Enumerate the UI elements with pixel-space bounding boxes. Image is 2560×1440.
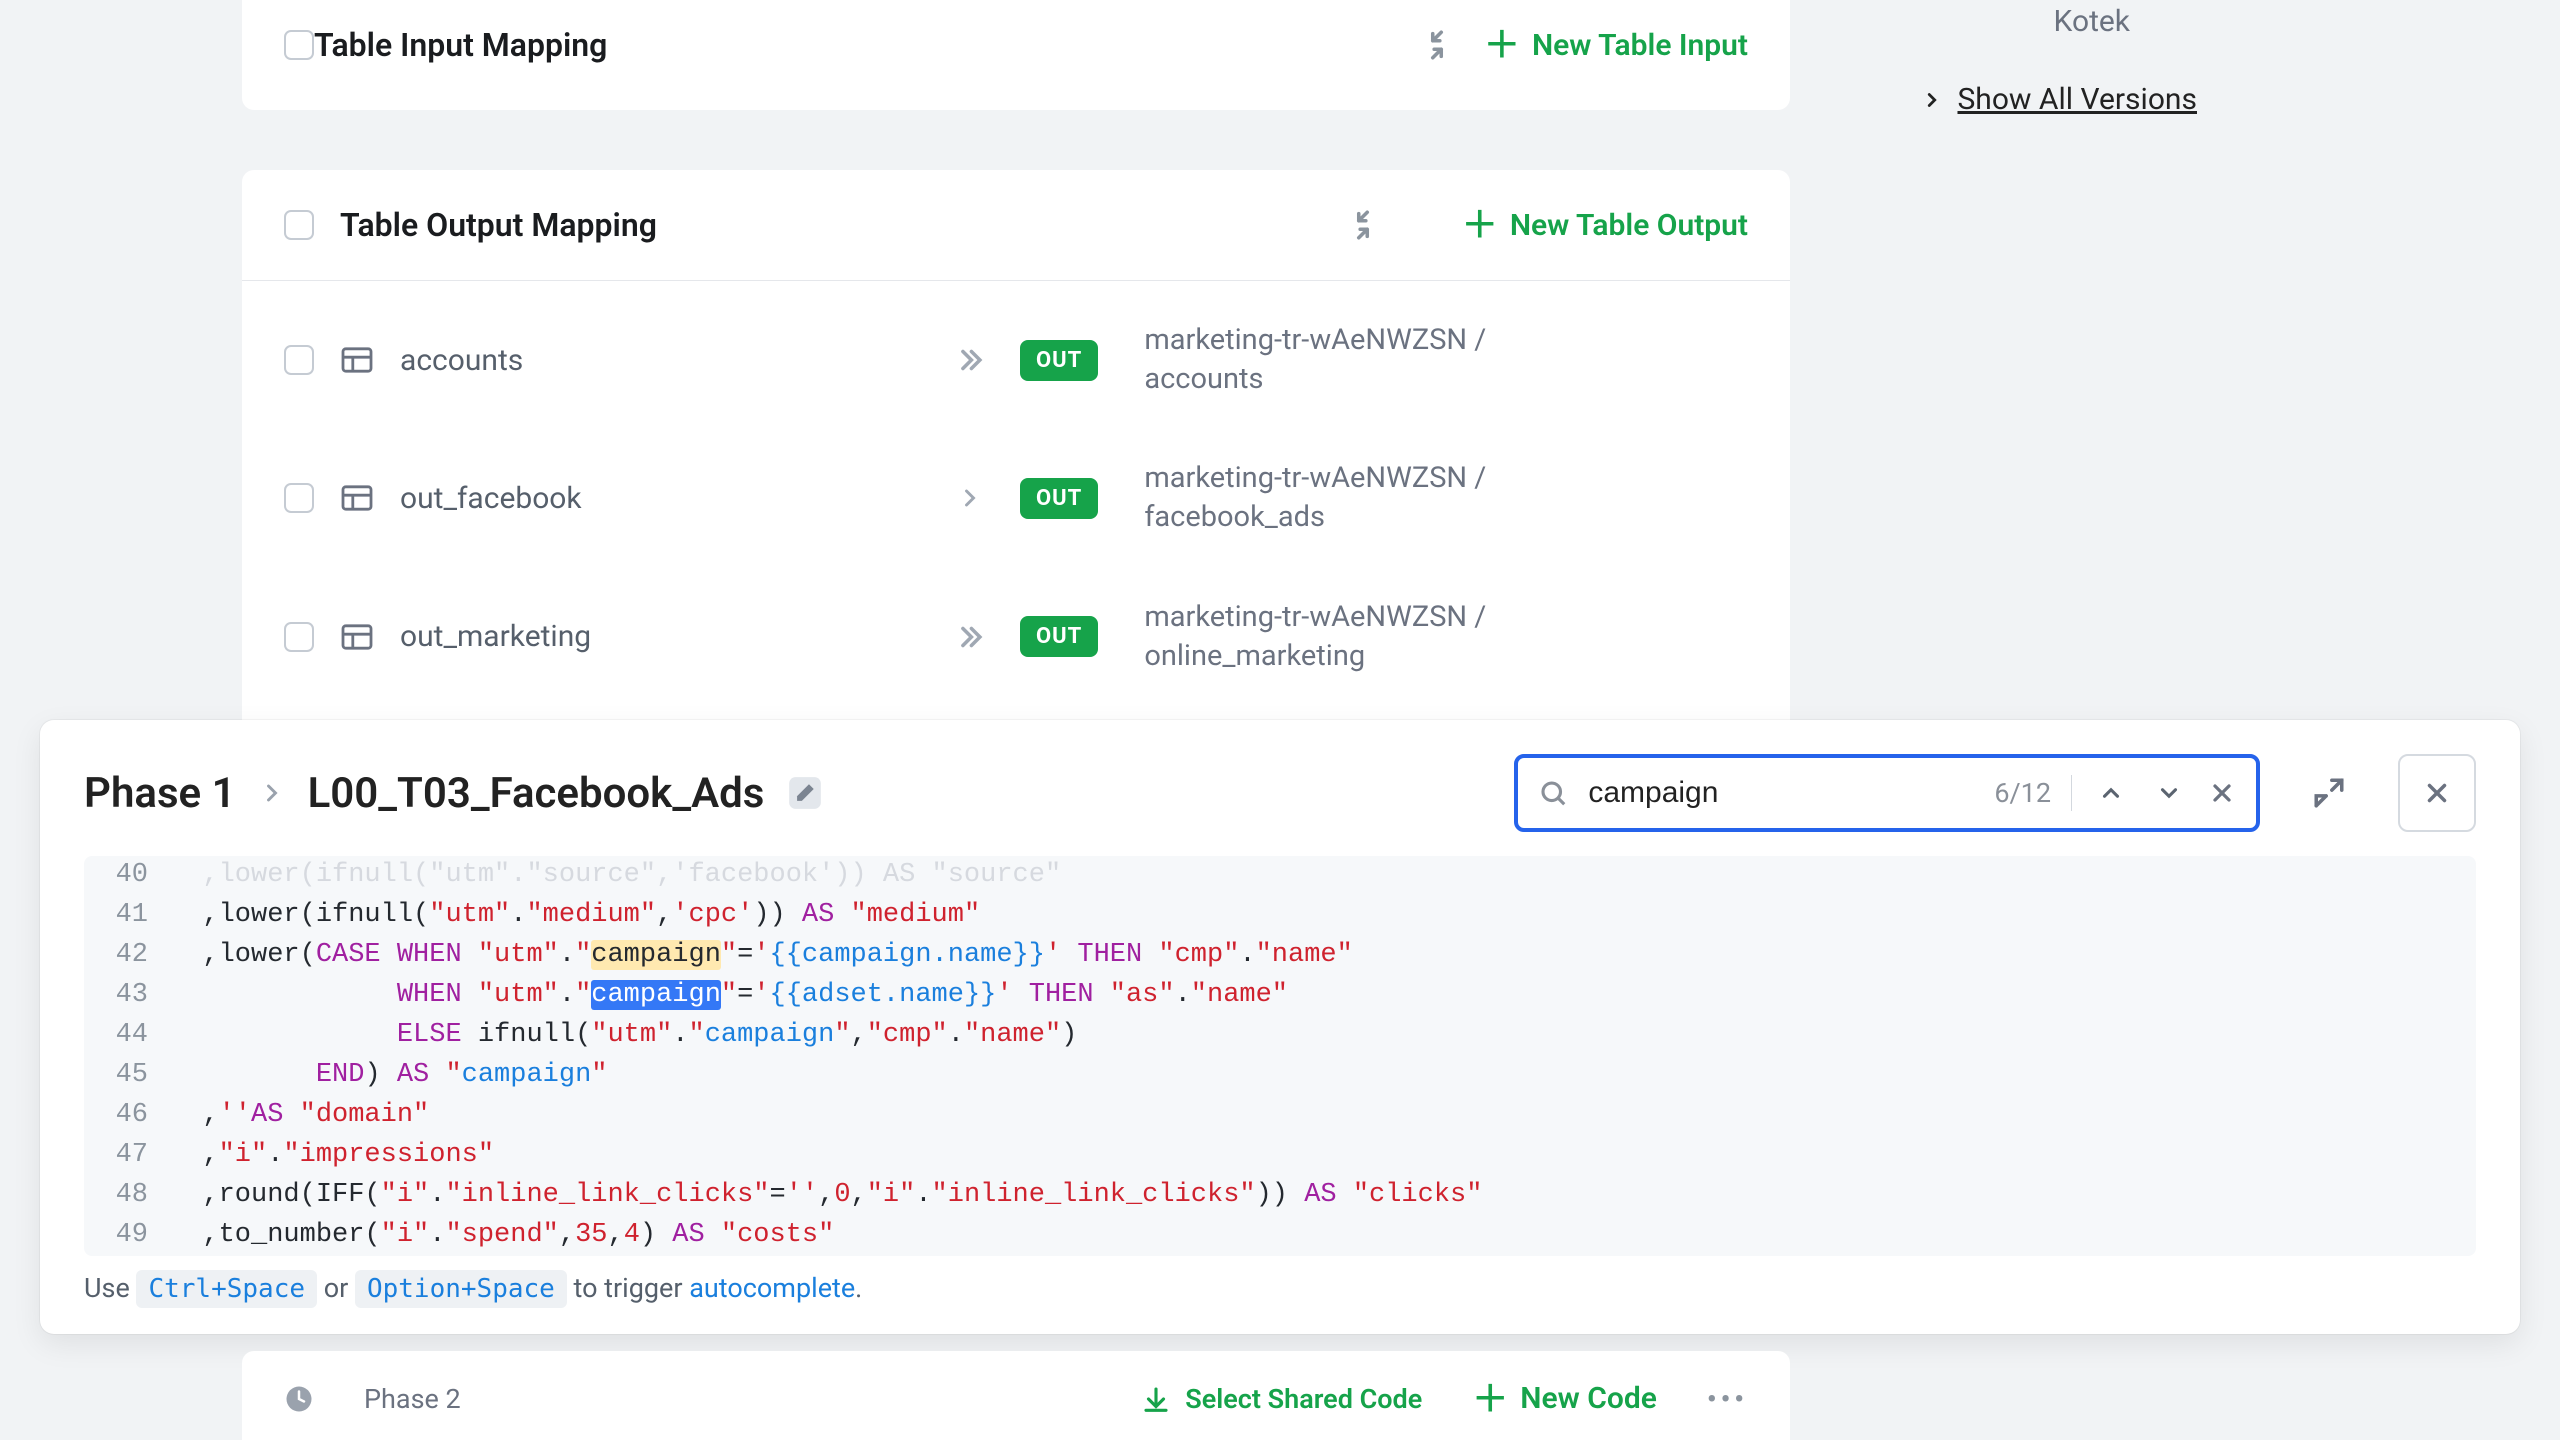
code-line[interactable]: 46 ,''AS "domain" bbox=[84, 1096, 2476, 1136]
expand-button[interactable] bbox=[2290, 754, 2368, 832]
breadcrumb-item[interactable]: L00_T03_Facebook_Ads bbox=[308, 769, 765, 818]
line-number: 48 bbox=[84, 1176, 170, 1216]
select-shared-label: Select Shared Code bbox=[1185, 1383, 1422, 1415]
chevron-icon[interactable] bbox=[946, 343, 994, 377]
phase-2-label[interactable]: Phase 2 bbox=[364, 1383, 461, 1415]
code-line[interactable]: 48 ,round(IFF("i"."inline_link_clicks"='… bbox=[84, 1176, 2476, 1216]
new-table-output-label: New Table Output bbox=[1510, 208, 1748, 243]
search-box[interactable]: 6/12 bbox=[1514, 754, 2260, 832]
line-number: 49 bbox=[84, 1216, 170, 1256]
new-code-label: New Code bbox=[1520, 1381, 1657, 1416]
row-name: accounts bbox=[400, 343, 920, 378]
line-number: 47 bbox=[84, 1136, 170, 1176]
close-panel-button[interactable] bbox=[2398, 754, 2476, 832]
row-checkbox[interactable] bbox=[284, 483, 314, 513]
edit-icon[interactable] bbox=[786, 774, 824, 812]
chevron-icon[interactable] bbox=[946, 484, 994, 512]
code-line[interactable]: 47 ,"i"."impressions" bbox=[84, 1136, 2476, 1176]
line-number: 43 bbox=[84, 976, 170, 1016]
new-table-output-button[interactable]: ＋ New Table Output bbox=[1462, 208, 1748, 243]
search-prev-button[interactable] bbox=[2092, 780, 2130, 806]
table-input-title: Table Input Mapping bbox=[314, 26, 1420, 64]
table-icon bbox=[340, 346, 374, 374]
code-line[interactable]: 45 END) AS "campaign" bbox=[84, 1056, 2476, 1096]
out-badge: OUT bbox=[1020, 616, 1098, 657]
table-input-checkbox[interactable] bbox=[284, 30, 314, 60]
search-count: 6/12 bbox=[1994, 777, 2051, 809]
row-destination: marketing-tr-wAeNWZSN /accounts bbox=[1144, 321, 1486, 399]
row-name: out_facebook bbox=[400, 481, 920, 516]
collapse-icon[interactable] bbox=[1420, 28, 1454, 62]
table-row[interactable]: out_facebook OUT marketing-tr-wAeNWZSN /… bbox=[242, 429, 1790, 567]
code-line[interactable]: 44 ELSE ifnull("utm"."campaign","cmp"."n… bbox=[84, 1016, 2476, 1056]
autocomplete-hint: Use Ctrl+Space or Option+Space to trigge… bbox=[40, 1256, 2520, 1304]
table-row[interactable]: out_marketing OUT marketing-tr-wAeNWZSN … bbox=[242, 568, 1790, 706]
line-number: 41 bbox=[84, 896, 170, 936]
line-number: 44 bbox=[84, 1016, 170, 1056]
table-input-card: Table Input Mapping ＋ New Table Input bbox=[242, 0, 1790, 110]
code-line[interactable]: 40 ,lower(ifnull("utm"."source",'faceboo… bbox=[84, 856, 2476, 896]
divider bbox=[2071, 775, 2072, 811]
search-icon bbox=[1538, 778, 1568, 808]
table-output-checkbox[interactable] bbox=[284, 210, 314, 240]
line-number: 46 bbox=[84, 1096, 170, 1136]
code-line[interactable]: 49 ,to_number("i"."spend",35,4) AS "cost… bbox=[84, 1216, 2476, 1256]
row-destination: marketing-tr-wAeNWZSN /online_marketing bbox=[1144, 598, 1486, 676]
phase-footer: Phase 2 Select Shared Code ＋ New Code ••… bbox=[242, 1351, 1790, 1440]
chevron-icon[interactable] bbox=[946, 620, 994, 654]
code-line[interactable]: 41 ,lower(ifnull("utm"."medium",'cpc')) … bbox=[84, 896, 2476, 936]
search-clear-button[interactable] bbox=[2208, 779, 2236, 807]
row-checkbox[interactable] bbox=[284, 622, 314, 652]
code-line[interactable]: 43 WHEN "utm"."campaign"='{{adset.name}}… bbox=[84, 976, 2476, 1016]
table-icon bbox=[340, 484, 374, 512]
chevron-right-icon bbox=[258, 779, 286, 807]
row-name: out_marketing bbox=[400, 619, 920, 654]
line-number: 40 bbox=[84, 856, 170, 896]
line-number: 42 bbox=[84, 936, 170, 976]
table-output-title: Table Output Mapping bbox=[340, 206, 1320, 244]
new-table-input-label: New Table Input bbox=[1532, 28, 1748, 63]
kbd-option-space: Option+Space bbox=[355, 1270, 567, 1308]
collapse-icon[interactable] bbox=[1346, 208, 1380, 242]
more-icon[interactable]: ••• bbox=[1707, 1383, 1748, 1415]
row-checkbox[interactable] bbox=[284, 345, 314, 375]
out-badge: OUT bbox=[1020, 340, 1098, 381]
show-all-versions-label: Show All Versions bbox=[1957, 82, 2197, 117]
search-input[interactable] bbox=[1588, 776, 1974, 810]
new-code-button[interactable]: ＋ New Code bbox=[1472, 1381, 1657, 1416]
out-badge: OUT bbox=[1020, 478, 1098, 519]
kbd-ctrl-space: Ctrl+Space bbox=[136, 1270, 317, 1308]
search-next-button[interactable] bbox=[2150, 780, 2188, 806]
table-output-card: Table Output Mapping ＋ New Table Output … bbox=[242, 170, 1790, 736]
breadcrumb-phase[interactable]: Phase 1 bbox=[84, 769, 236, 818]
breadcrumb: Phase 1 L00_T03_Facebook_Ads bbox=[84, 769, 1492, 818]
arrow-down-icon bbox=[1141, 1384, 1171, 1414]
row-destination: marketing-tr-wAeNWZSN /facebook_ads bbox=[1144, 459, 1486, 537]
table-icon bbox=[340, 623, 374, 651]
code-line[interactable]: 42 ,lower(CASE WHEN "utm"."campaign"='{{… bbox=[84, 936, 2476, 976]
code-editor[interactable]: 40 ,lower(ifnull("utm"."source",'faceboo… bbox=[84, 856, 2476, 1256]
code-editor-panel: Phase 1 L00_T03_Facebook_Ads 6/12 bbox=[40, 720, 2520, 1334]
autocomplete-link[interactable]: autocomplete bbox=[689, 1272, 855, 1304]
show-all-versions-link[interactable]: Show All Versions bbox=[1921, 82, 2197, 117]
new-table-input-button[interactable]: ＋ New Table Input bbox=[1484, 28, 1748, 63]
table-row[interactable]: accounts OUT marketing-tr-wAeNWZSN /acco… bbox=[242, 291, 1790, 429]
clock-icon bbox=[284, 1384, 314, 1414]
select-shared-code-button[interactable]: Select Shared Code bbox=[1141, 1383, 1422, 1415]
version-author: Kotek bbox=[2054, 4, 2130, 39]
chevron-right-icon bbox=[1921, 89, 1943, 111]
line-number: 45 bbox=[84, 1056, 170, 1096]
